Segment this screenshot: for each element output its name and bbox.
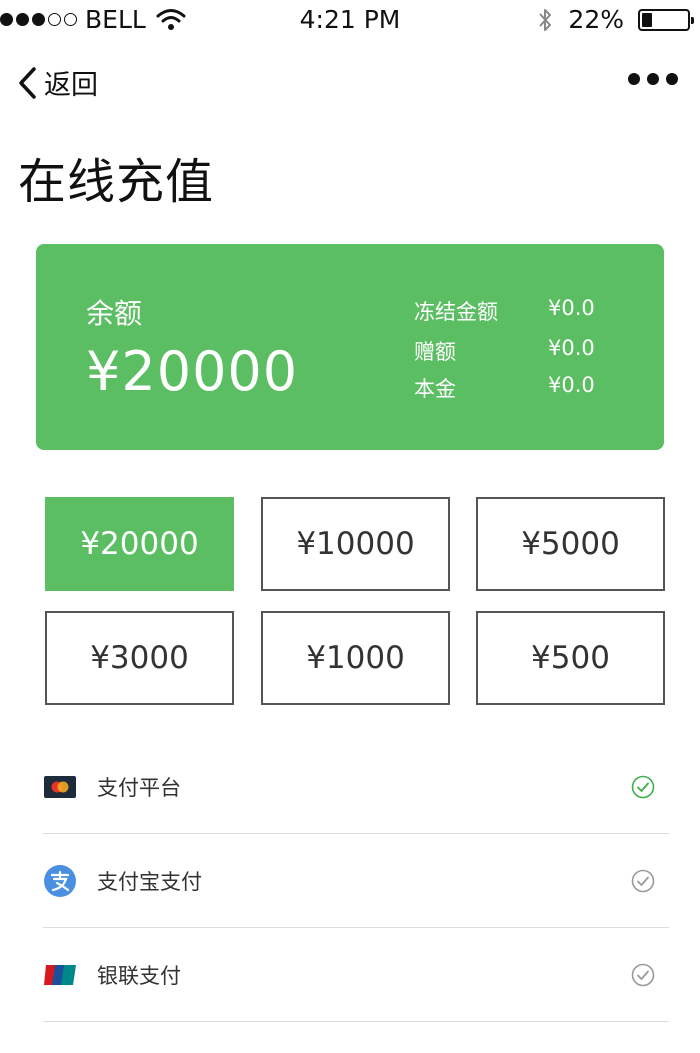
back-button[interactable]: 返回 (16, 63, 98, 102)
balance-detail-principal: 本金 ¥0.0 (414, 373, 614, 403)
amount-option-20000[interactable]: ¥20000 (45, 497, 234, 591)
alipay-icon (43, 864, 77, 898)
payment-label: 支付宝支付 (97, 869, 202, 894)
status-bar: BELL 4:21 PM 22% (0, 0, 700, 40)
page-title: 在线充值 (18, 154, 215, 210)
nav-bar: 返回 (0, 55, 700, 111)
payment-label: 支付平台 (97, 775, 181, 800)
amount-option-500[interactable]: ¥500 (476, 611, 665, 705)
unionpay-icon (43, 958, 77, 992)
detail-value: ¥0.0 (548, 336, 595, 360)
detail-label: 本金 (414, 377, 456, 401)
mastercard-icon (43, 770, 77, 804)
amount-option-5000[interactable]: ¥5000 (476, 497, 665, 591)
bluetooth-icon (539, 8, 552, 31)
balance-label: 余额 (86, 297, 143, 330)
more-dot-icon (666, 73, 678, 85)
more-dot-icon (647, 73, 659, 85)
balance-amount: ¥20000 (86, 340, 299, 403)
detail-label: 冻结金额 (414, 300, 498, 324)
balance-detail-bonus: 赠额 ¥0.0 (414, 336, 614, 366)
amount-option-10000[interactable]: ¥10000 (261, 497, 450, 591)
detail-value: ¥0.0 (548, 296, 595, 320)
check-circle-icon (631, 775, 655, 798)
more-options-button[interactable] (628, 73, 678, 85)
balance-card: 余额 ¥20000 冻结金额 ¥0.0 赠额 ¥0.0 本金 ¥0.0 (36, 244, 664, 450)
back-label: 返回 (44, 70, 98, 101)
battery-percent: 22% (568, 5, 624, 34)
battery-icon (638, 8, 694, 31)
status-right: 22% (536, 5, 694, 34)
check-circle-icon (631, 869, 655, 892)
payment-method-alipay[interactable]: 支付宝支付 (43, 834, 669, 928)
amount-option-3000[interactable]: ¥3000 (45, 611, 234, 705)
payment-methods: 支付平台 支付宝支付 银联支付 (43, 740, 669, 1022)
payment-method-unionpay[interactable]: 银联支付 (43, 928, 669, 1022)
battery-level (642, 12, 652, 27)
detail-value: ¥0.0 (548, 373, 595, 397)
chevron-left-icon (19, 66, 36, 99)
more-dot-icon (628, 73, 640, 85)
payment-label: 银联支付 (97, 963, 181, 988)
detail-label: 赠额 (414, 340, 456, 364)
balance-detail-frozen: 冻结金额 ¥0.0 (414, 296, 614, 326)
check-circle-icon (631, 963, 655, 986)
payment-method-platform[interactable]: 支付平台 (43, 740, 669, 834)
amount-option-1000[interactable]: ¥1000 (261, 611, 450, 705)
